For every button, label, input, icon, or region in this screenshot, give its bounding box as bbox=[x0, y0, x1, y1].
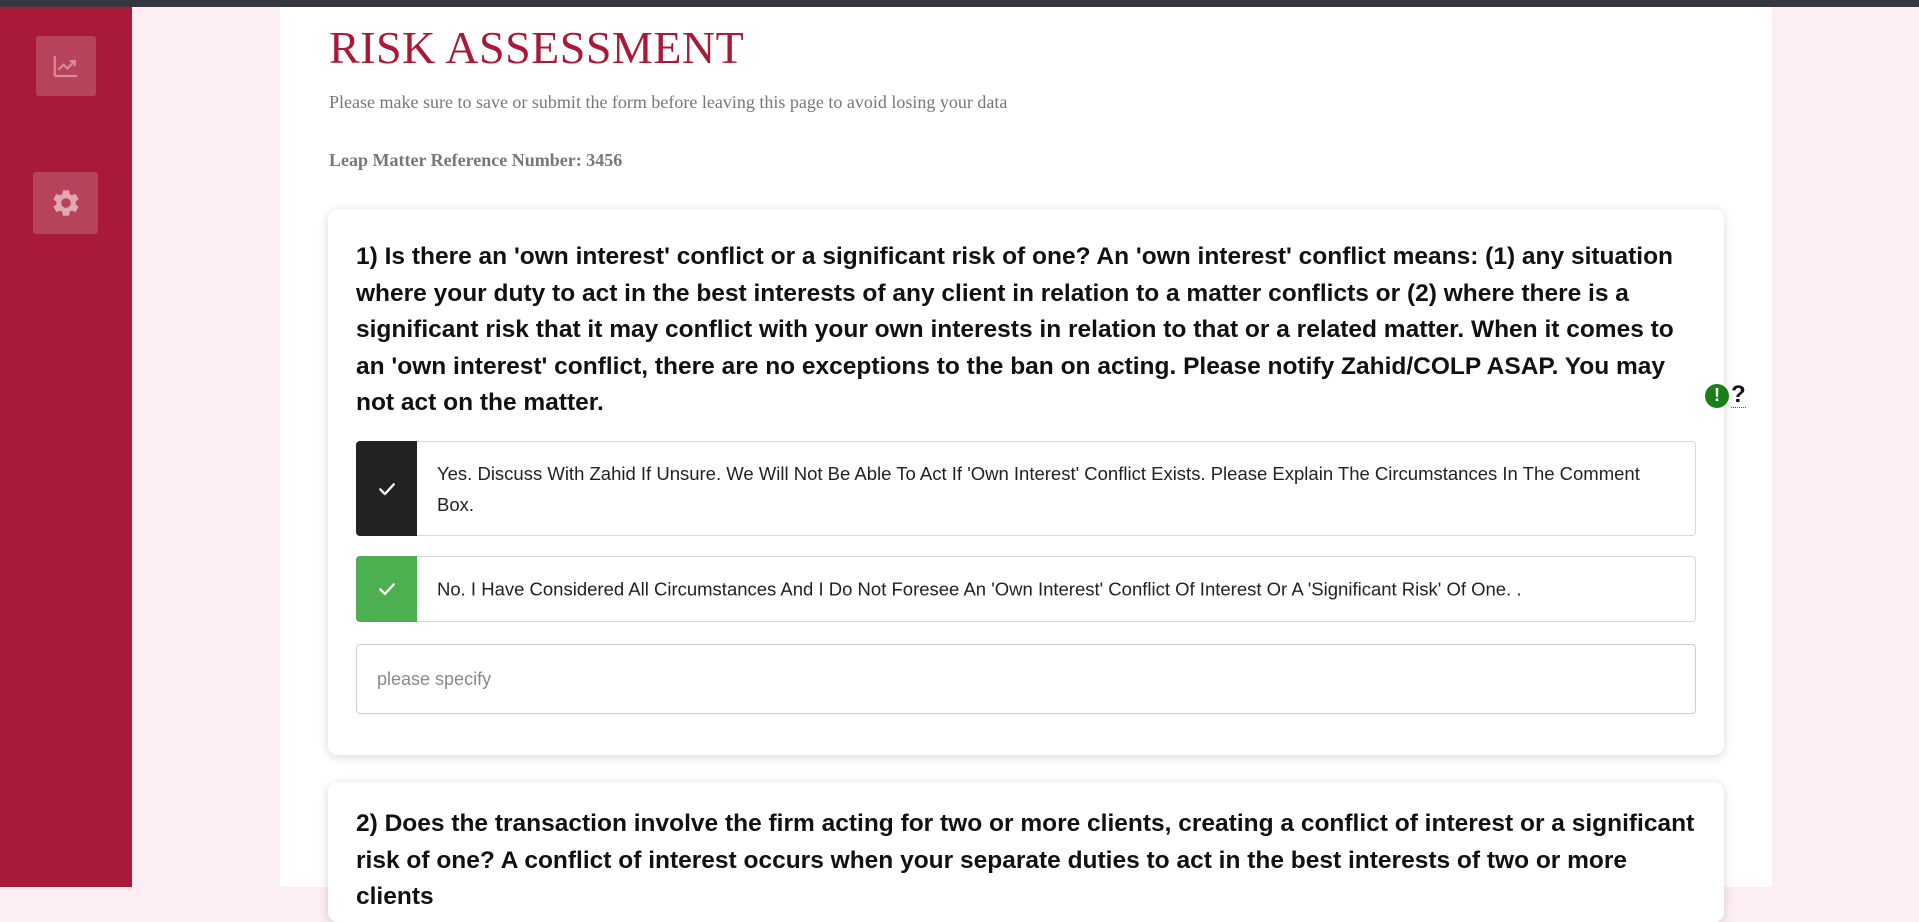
help-question-mark[interactable]: ? bbox=[1731, 383, 1746, 408]
question-text: 1) Is there an 'own interest' conflict o… bbox=[356, 243, 1674, 416]
trending-up-icon bbox=[53, 56, 78, 78]
checkmark-icon bbox=[378, 583, 395, 596]
page-title: RISK ASSESSMENT bbox=[329, 22, 745, 73]
comment-input[interactable] bbox=[356, 644, 1696, 714]
checkmark-icon bbox=[378, 482, 395, 495]
window-top-bar bbox=[0, 0, 1919, 7]
gear-icon bbox=[53, 190, 78, 216]
question-help[interactable]: ! ? bbox=[1705, 383, 1746, 408]
sidebar-item-analytics[interactable] bbox=[36, 36, 96, 96]
checkbox-no[interactable] bbox=[356, 556, 417, 622]
checkbox-yes[interactable] bbox=[356, 441, 417, 536]
option-no[interactable]: No. I Have Considered All Circumstances … bbox=[356, 556, 1696, 622]
exclamation-icon: ! bbox=[1705, 383, 1729, 408]
main-content: RISK ASSESSMENT Please make sure to save… bbox=[280, 7, 1772, 922]
question-card-1: 1) Is there an 'own interest' conflict o… bbox=[328, 209, 1746, 755]
question-text: 2) Does the transaction involve the firm… bbox=[356, 810, 1695, 910]
option-yes[interactable]: Yes. Discuss With Zahid If Unsure. We Wi… bbox=[356, 441, 1696, 536]
matter-reference: Leap Matter Reference Number: 3456 bbox=[329, 150, 623, 170]
sidebar-item-settings[interactable] bbox=[33, 172, 98, 234]
sidebar bbox=[0, 7, 132, 887]
save-notice: Please make sure to save or submit the f… bbox=[329, 92, 1008, 112]
question-card-2: 2) Does the transaction involve the firm… bbox=[328, 782, 1724, 922]
option-no-label: No. I Have Considered All Circumstances … bbox=[437, 578, 1522, 600]
option-yes-label: Yes. Discuss With Zahid If Unsure. We Wi… bbox=[437, 462, 1640, 515]
